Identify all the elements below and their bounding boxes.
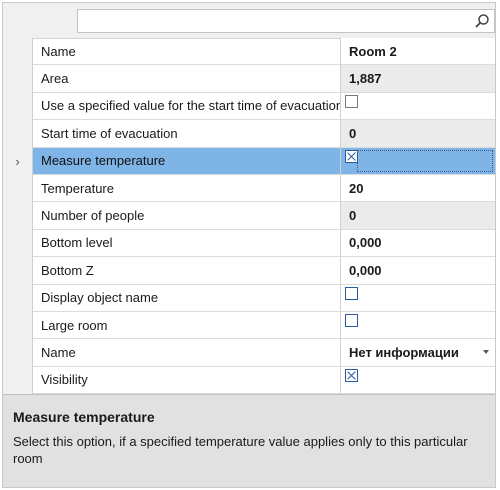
property-row[interactable]: Bottom level 0,000: [3, 229, 495, 258]
row-header-cell[interactable]: [3, 366, 33, 395]
property-row[interactable]: Start time of evacuation 0: [3, 120, 495, 148]
property-name[interactable]: Number of people: [33, 202, 341, 230]
property-name[interactable]: Name: [33, 38, 341, 66]
property-name[interactable]: Name: [33, 339, 341, 367]
property-grid-window: Name Room 2 Area 1,887 Use a specified value…: [2, 2, 496, 488]
checkbox-checked[interactable]: [345, 368, 358, 382]
property-row[interactable]: Area 1,887: [3, 65, 495, 93]
property-value-dropdown[interactable]: Нет информации: [341, 339, 495, 367]
row-header-cell[interactable]: [3, 65, 33, 93]
search-icon[interactable]: [474, 13, 490, 29]
row-header-cell[interactable]: [3, 202, 33, 230]
search-input[interactable]: [77, 9, 495, 33]
row-header-cell[interactable]: [3, 339, 33, 367]
property-row[interactable]: Visibility: [3, 366, 495, 395]
property-value[interactable]: 0: [341, 120, 495, 148]
property-name[interactable]: Visibility: [33, 366, 341, 395]
property-value[interactable]: 1,887: [341, 65, 495, 93]
property-row[interactable]: Name Room 2: [3, 38, 495, 66]
chevron-down-icon[interactable]: [483, 350, 489, 355]
property-value-text: 0,000: [349, 262, 382, 278]
property-value-text: 20: [349, 180, 364, 196]
property-name[interactable]: Bottom Z: [33, 257, 341, 285]
row-header-cell[interactable]: [3, 92, 33, 121]
property-row[interactable]: Use a specified value for the start time…: [3, 92, 495, 121]
checkbox-unchecked[interactable]: [345, 313, 358, 327]
description-panel: Measure temperature Select this option, …: [3, 394, 495, 487]
property-value-checkbox-cell[interactable]: [341, 366, 495, 395]
property-name[interactable]: Area: [33, 65, 341, 93]
property-value-checkbox-cell[interactable]: [341, 92, 495, 121]
property-value-text: Нет информации: [349, 344, 459, 360]
property-row[interactable]: Temperature 20: [3, 174, 495, 203]
property-grid: Name Room 2 Area 1,887 Use a specified value…: [3, 38, 495, 395]
property-value-text: 1,887: [349, 71, 382, 87]
property-value-text: 0: [349, 125, 357, 141]
row-header-cell[interactable]: [3, 284, 33, 312]
property-value-text: 0,000: [349, 235, 382, 251]
focus-rectangle: [357, 149, 493, 172]
property-row[interactable]: Number of people 0: [3, 202, 495, 230]
property-name[interactable]: Bottom level: [33, 229, 341, 258]
property-name[interactable]: Measure temperature: [33, 147, 341, 175]
property-value-text: 0: [349, 208, 357, 224]
property-value[interactable]: Room 2: [341, 38, 495, 66]
row-header-cell[interactable]: [3, 257, 33, 285]
property-value-checkbox-cell[interactable]: [341, 147, 495, 175]
property-value-checkbox-cell[interactable]: [341, 311, 495, 340]
property-value[interactable]: 0,000: [341, 257, 495, 285]
row-header-cell[interactable]: [3, 174, 33, 203]
toolbar: [3, 3, 495, 39]
property-value-checkbox-cell[interactable]: [341, 284, 495, 312]
property-value[interactable]: 20: [341, 174, 495, 203]
property-value[interactable]: 0: [341, 202, 495, 230]
property-name[interactable]: Display object name: [33, 284, 341, 312]
row-indicator-icon[interactable]: ›: [3, 147, 33, 175]
row-header-cell[interactable]: [3, 38, 33, 66]
property-name[interactable]: Start time of evacuation: [33, 120, 341, 148]
row-header-cell[interactable]: [3, 229, 33, 258]
property-value[interactable]: 0,000: [341, 229, 495, 258]
description-text: Select this option, if a specified tempe…: [13, 434, 468, 466]
property-row[interactable]: › Measure temperature: [3, 147, 495, 175]
property-value-text: Room 2: [349, 43, 397, 59]
property-row[interactable]: Display object name: [3, 284, 495, 312]
row-header-cell[interactable]: [3, 120, 33, 148]
property-name[interactable]: Temperature: [33, 174, 341, 203]
property-row[interactable]: Large room: [3, 311, 495, 340]
property-row[interactable]: Name Нет информации: [3, 339, 495, 367]
checkbox-unchecked[interactable]: [345, 286, 358, 300]
row-header-cell[interactable]: [3, 311, 33, 340]
property-name[interactable]: Use a specified value for the start time…: [33, 92, 341, 121]
checkbox-unchecked[interactable]: [345, 94, 358, 108]
property-row[interactable]: Bottom Z 0,000: [3, 257, 495, 285]
description-title: Measure temperature: [13, 409, 155, 425]
property-name[interactable]: Large room: [33, 311, 341, 340]
